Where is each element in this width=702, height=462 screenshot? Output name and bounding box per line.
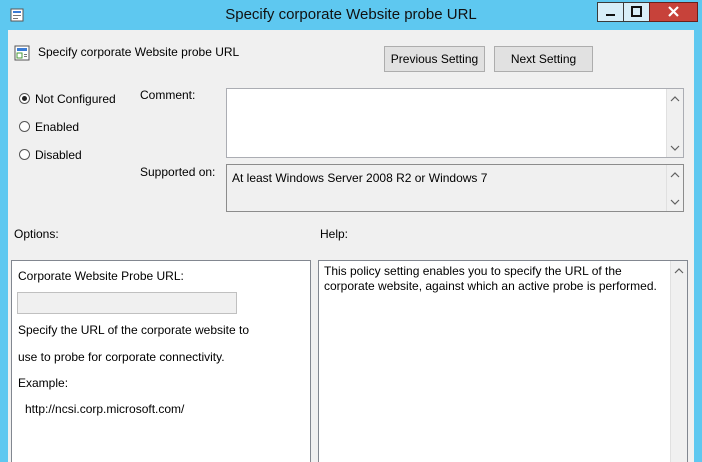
scroll-down-icon[interactable] [670, 197, 680, 207]
maximize-icon [631, 6, 642, 17]
next-setting-button[interactable]: Next Setting [494, 46, 593, 72]
supported-on-label: Supported on: [140, 165, 216, 179]
example-label: Example: [18, 376, 69, 390]
help-heading: Help: [320, 227, 349, 241]
radio-disabled[interactable] [19, 149, 30, 160]
comment-textarea[interactable] [226, 88, 684, 158]
scroll-up-icon[interactable] [674, 266, 684, 276]
help-text-line1: This policy setting enables you to speci… [324, 264, 622, 278]
minimize-button[interactable] [597, 2, 624, 22]
scroll-up-icon[interactable] [670, 170, 680, 180]
help-scrollbar[interactable] [670, 261, 687, 462]
example-url: http://ncsi.corp.microsoft.com/ [25, 402, 185, 416]
radio-not-configured[interactable] [19, 93, 30, 104]
help-text-line2: corporate website, against which an acti… [324, 279, 657, 293]
probe-url-input[interactable] [17, 292, 237, 314]
previous-setting-button[interactable]: Previous Setting [384, 46, 485, 72]
radio-enabled[interactable] [19, 121, 30, 132]
title-bar: Specify corporate Website probe URL [0, 0, 702, 30]
options-description-line1: Specify the URL of the corporate website… [18, 323, 250, 337]
probe-url-label: Corporate Website Probe URL: [18, 269, 184, 283]
help-panel: This policy setting enables you to speci… [318, 260, 688, 462]
minimize-icon [606, 14, 615, 16]
dialog-client-area: Specify corporate Website probe URL Prev… [8, 30, 694, 462]
supported-scrollbar[interactable] [666, 165, 683, 211]
close-icon [668, 6, 679, 17]
options-heading: Options: [14, 227, 59, 241]
policy-name-heading: Specify corporate Website probe URL [38, 45, 240, 59]
radio-not-configured-label[interactable]: Not Configured [35, 92, 116, 106]
maximize-button[interactable] [623, 2, 650, 22]
comment-label: Comment: [140, 88, 196, 102]
options-description-line2: use to probe for corporate connectivity. [18, 350, 225, 364]
radio-enabled-label[interactable]: Enabled [35, 120, 79, 134]
comment-scrollbar[interactable] [666, 89, 683, 157]
policy-icon [14, 45, 30, 61]
options-panel: Corporate Website Probe URL: Specify the… [11, 260, 311, 462]
supported-on-box: At least Windows Server 2008 R2 or Windo… [226, 164, 684, 212]
scroll-down-icon[interactable] [670, 143, 680, 153]
scroll-up-icon[interactable] [670, 94, 680, 104]
supported-on-value: At least Windows Server 2008 R2 or Windo… [232, 171, 488, 185]
radio-disabled-label[interactable]: Disabled [35, 148, 82, 162]
close-button[interactable] [649, 2, 698, 22]
